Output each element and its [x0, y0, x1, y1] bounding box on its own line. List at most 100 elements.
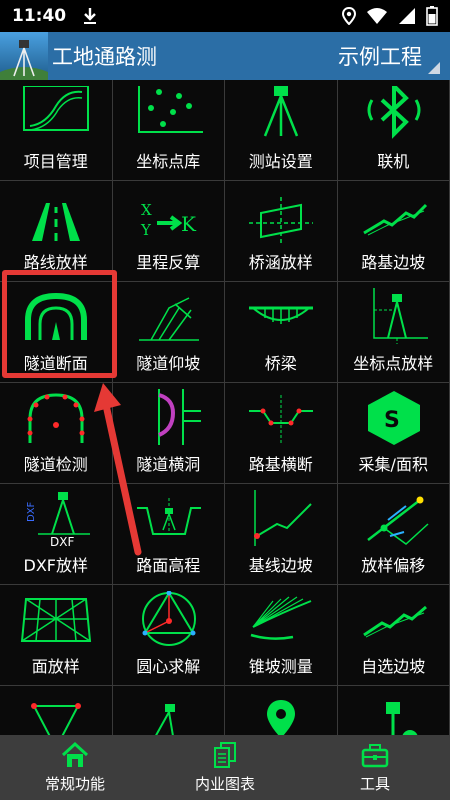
- grid-item-baseline-slope[interactable]: 基线边坡: [225, 484, 338, 585]
- grid-item-label: 面放样: [31, 657, 80, 676]
- grid-item-point-stakeout[interactable]: 坐标点放样: [337, 282, 450, 383]
- grid-item-bridge-culvert[interactable]: 桥涵放样: [225, 181, 338, 282]
- grid-item-route-stakeout[interactable]: 路线放样: [0, 181, 113, 282]
- grid-item-roadbed-cross[interactable]: 路基横断: [225, 383, 338, 484]
- circle-center-icon: [141, 591, 196, 646]
- dxf-icon: DXF DXF: [26, 492, 90, 546]
- grid-item-cone-slope[interactable]: 锥坡测量: [225, 585, 338, 686]
- svg-text:K: K: [181, 212, 197, 236]
- dropdown-caret-icon: [428, 62, 440, 74]
- road-icon: [32, 203, 80, 241]
- grid-item-connect[interactable]: 联机: [337, 80, 450, 181]
- svg-text:S: S: [384, 408, 400, 433]
- grid-item-tunnel-cross[interactable]: 隧道横洞: [112, 383, 225, 484]
- nav-label: 常规功能: [44, 775, 105, 793]
- grid-item-label: 项目管理: [23, 152, 88, 171]
- grid-item-label: 坐标点库: [136, 152, 201, 171]
- grid-item-label: 坐标点放样: [353, 354, 434, 373]
- roadbed-cross-icon: [249, 395, 313, 443]
- app-logo: [0, 32, 48, 80]
- wifi-icon: [367, 8, 387, 24]
- slope-icon: [362, 203, 427, 236]
- grid-item-tunnel-section[interactable]: 隧道断面: [0, 282, 113, 383]
- toolbox-icon: [361, 744, 389, 768]
- bluetooth-icon: [367, 86, 420, 139]
- elevation-icon: [136, 498, 201, 535]
- grid-item-bridge[interactable]: 桥梁: [225, 282, 338, 383]
- grid-item-mileage-inverse[interactable]: X Y K 里程反算: [112, 181, 225, 282]
- project-management-icon: [23, 86, 89, 131]
- bridge-icon: [249, 306, 313, 324]
- grid-item-gps-tools[interactable]: [338, 686, 450, 735]
- triangle-net-icon: [31, 703, 81, 735]
- nav-label: 内业图表: [194, 775, 255, 793]
- nav-tools[interactable]: 工具: [300, 735, 450, 800]
- grid-item-circle-center[interactable]: 圆心求解: [112, 585, 225, 686]
- grid-item-road-elevation[interactable]: 路面高程: [112, 484, 225, 585]
- point-stakeout-icon: [372, 288, 428, 344]
- collect-area-icon: S: [367, 391, 420, 445]
- grid-item-label: 圆心求解: [136, 657, 201, 676]
- battery-icon: [426, 6, 438, 26]
- grid-item-stakeout-offset[interactable]: 放样偏移: [337, 484, 450, 585]
- surface-icon: [20, 598, 92, 642]
- grid-item-label: 隧道仰坡: [136, 354, 201, 373]
- signal-icon: [399, 8, 415, 24]
- grid-item-map-pin[interactable]: [225, 686, 338, 735]
- grid-item-label: 隧道横洞: [136, 455, 201, 474]
- svg-text:Y: Y: [140, 221, 152, 239]
- tunnel-slope-icon: [138, 297, 199, 341]
- bottom-nav: 常规功能 内业图表 工具: [0, 735, 450, 800]
- grid-item-label: 采集/面积: [358, 455, 428, 474]
- grid-item-label: 自选边坡: [361, 657, 426, 676]
- svg-text:DXF: DXF: [50, 535, 74, 546]
- baseline-slope-icon: [254, 490, 312, 546]
- nav-office-charts[interactable]: 内业图表: [150, 735, 300, 800]
- grid-item-project-management[interactable]: 项目管理: [0, 80, 113, 181]
- grid-item-label: 路基横断: [248, 455, 313, 474]
- tripod-logo-icon: [0, 40, 48, 80]
- nav-general-functions[interactable]: 常规功能: [0, 735, 150, 800]
- grid-item-surface-stakeout[interactable]: 面放样: [0, 585, 113, 686]
- grid-item-label: 放样偏移: [361, 556, 426, 575]
- grid-item-label: 测站设置: [248, 152, 313, 171]
- grid-item-roadbed-slope[interactable]: 路基边坡: [337, 181, 450, 282]
- status-bar: 11:40: [0, 0, 450, 32]
- grid-item-label: 联机: [377, 152, 410, 171]
- tunnel-section-icon: [25, 292, 87, 340]
- tripod-icon: [263, 86, 299, 137]
- grid-item-custom-slope[interactable]: 自选边坡: [337, 585, 450, 686]
- function-grid: 项目管理 坐标点库 测站设置 联机 路线放样 X Y K 里程反算 桥涵放样 路…: [0, 80, 450, 735]
- grid-item-label: 桥涵放样: [248, 253, 313, 272]
- grid-item-tunnel-slope[interactable]: 隧道仰坡: [112, 282, 225, 383]
- documents-icon: [214, 742, 236, 768]
- grid-item-coordinate-points[interactable]: 坐标点库: [112, 80, 225, 181]
- project-selector[interactable]: 示例工程: [338, 32, 444, 80]
- svg-text:DXF: DXF: [26, 501, 37, 522]
- map-pin-icon: [267, 700, 295, 735]
- grid-item-station-setup[interactable]: 测站设置: [225, 80, 338, 181]
- status-time: 11:40: [12, 6, 67, 26]
- grid-item-triangle-net[interactable]: [0, 686, 113, 735]
- app-bar: 工地通路测 示例工程: [0, 32, 450, 80]
- grid-item-label: 里程反算: [136, 253, 201, 272]
- nav-label: 工具: [359, 775, 390, 793]
- xy-to-k-icon: X Y K: [140, 201, 197, 239]
- grid-item-label: DXF放样: [23, 556, 89, 575]
- grid-item-dxf-stakeout[interactable]: DXF DXF DXF放样: [0, 484, 113, 585]
- coordinate-points-icon: [137, 86, 203, 133]
- gps-gear-icon: [385, 702, 417, 735]
- grid-item-label: 隧道断面: [23, 354, 88, 373]
- grid-item-instrument[interactable]: [113, 686, 225, 735]
- grid-item-label: 桥梁: [264, 354, 297, 373]
- culvert-icon: [249, 197, 313, 243]
- grid-item-label: 路基边坡: [361, 253, 426, 272]
- tunnel-check-icon: [27, 393, 85, 443]
- grid-item-label: 路面高程: [136, 556, 201, 575]
- location-icon: [342, 7, 356, 25]
- tunnel-cross-icon: [157, 389, 201, 445]
- grid-item-tunnel-check[interactable]: 隧道检测: [0, 383, 113, 484]
- grid-item-collect-area[interactable]: S 采集/面积: [337, 383, 450, 484]
- cone-slope-icon: [250, 596, 312, 640]
- grid-item-label: 隧道检测: [23, 455, 88, 474]
